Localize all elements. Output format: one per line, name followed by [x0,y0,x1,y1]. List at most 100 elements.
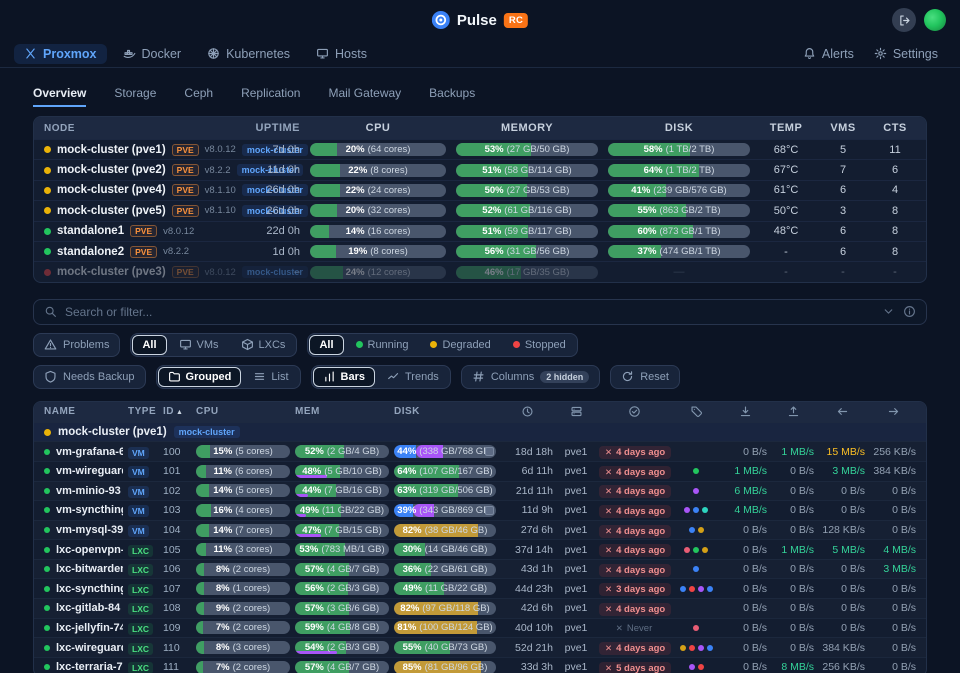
col-cpu-header[interactable]: CPU [310,122,446,134]
disk-breakdown-icon[interactable] [485,506,494,515]
filter-row-1: ProblemsAllVMsLXCsAllRunningDegradedStop… [33,333,927,357]
usage-bar: 9%(2 cores) [196,602,290,615]
nav-tab-kubernetes[interactable]: Kubernetes [197,44,300,64]
section-tab-overview[interactable]: Overview [33,86,86,107]
col-cts-header[interactable]: CTS [874,122,916,134]
section-tab-mail-gateway[interactable]: Mail Gateway [328,86,401,105]
status-filter-option-running[interactable]: Running [346,335,419,355]
node-row[interactable]: mock-cluster (pve1) PVE v8.0.12 mock-clu… [34,139,926,159]
col-server-header[interactable] [558,405,594,418]
nav-tab-proxmox[interactable]: Proxmox [14,44,107,64]
section-tab-backups[interactable]: Backups [429,86,475,105]
kubernetes-icon [207,47,220,60]
guest-type-filter-option-lxcs[interactable]: LXCs [231,335,296,355]
usage-bar-label: 48%(5 GB/10 GB) [295,465,389,478]
col-shield-check-header[interactable] [599,405,669,418]
usage-bar: 58%(1 TB/2 TB) [608,143,750,156]
col-node-header[interactable]: NODE [44,123,224,134]
col-name-header[interactable]: NAME [44,406,123,417]
node-temp: 50°C [760,205,812,217]
guest-row[interactable]: lxc-wireguard-69 LXC 110 8%(3 cores) 54%… [34,637,926,657]
logout-button[interactable] [892,8,916,32]
usage-bar-label: 58%(1 TB/2 TB) [608,143,750,156]
col-clock-header[interactable] [501,405,553,418]
guest-row[interactable]: vm-grafana-64 VM 100 15%(5 cores) 52%(2 … [34,441,926,461]
filter-button-columns[interactable]: Columns2 hidden [461,365,600,389]
col-vms-header[interactable]: VMS [822,122,864,134]
guest-tags [674,547,718,553]
nav-tab-hosts[interactable]: Hosts [306,44,377,64]
status-filter-option-all[interactable]: All [309,335,343,355]
display-filter-option-bars[interactable]: Bars [313,367,375,387]
filter-button-needs-backup[interactable]: Needs Backup [33,365,146,389]
node-row[interactable]: mock-cluster (pve3) PVE v8.0.12 mock-clu… [34,261,926,281]
col-arrow-left-header[interactable] [819,405,865,418]
node-row[interactable]: mock-cluster (pve5) PVE v8.1.10 mock-clu… [34,200,926,220]
usage-bar-label: 20%(32 cores) [310,204,446,217]
node-row[interactable]: mock-cluster (pve4) PVE v8.1.10 mock-clu… [34,180,926,200]
top-bar: Pulse RC [0,0,960,40]
nav-tab-docker[interactable]: Docker [113,44,192,64]
pulse-logo-icon [432,11,450,29]
layout-filter-option-list[interactable]: List [243,367,298,387]
search-bar[interactable] [33,299,927,325]
node-status-dot [44,228,51,235]
disk-breakdown-icon[interactable] [485,447,494,456]
layout-filter-option-grouped[interactable]: Grouped [158,367,242,387]
col-arrow-right-header[interactable] [870,405,916,418]
section-tab-replication[interactable]: Replication [241,86,300,105]
col-disk-header[interactable]: DISK [608,122,750,134]
col-uptime-header[interactable]: UPTIME [234,122,300,134]
col-disk-header[interactable]: DISK [394,406,496,417]
node-row[interactable]: standalone1 PVE v8.0.12 22d 0h 14%(16 co… [34,221,926,241]
col-cpu-header[interactable]: CPU [196,406,290,417]
guest-row[interactable]: lxc-openvpn-64 LXC 105 11%(3 cores) 53%(… [34,539,926,559]
col-memory-header[interactable]: MEMORY [456,122,598,134]
node-status-dot [44,187,51,194]
nav-alerts-button[interactable]: Alerts [795,44,862,64]
col-mem-header[interactable]: MEM [295,406,389,417]
guest-table-header: NAME TYPE ID▲ CPU MEM DISK [34,402,926,422]
guest-name: lxc-syncthing-48 [56,583,123,595]
guest-row[interactable]: lxc-bitwarden-41 LXC 106 8%(2 cores) 57%… [34,559,926,579]
filter-button-reset[interactable]: Reset [610,365,680,389]
guest-type-filter-option-all[interactable]: All [132,335,166,355]
node-row[interactable]: mock-cluster (pve2) PVE v8.2.2 mock-clus… [34,159,926,179]
col-download-header[interactable] [723,405,767,418]
guest-row[interactable]: lxc-terraria-7 LXC 111 7%(2 cores) 57%(4… [34,657,926,673]
cluster-group-row[interactable]: mock-cluster (pve1) mock-cluster [34,422,926,442]
node-row[interactable]: standalone2 PVE v8.2.2 1d 0h 19%(8 cores… [34,241,926,261]
tag-dot [698,586,704,592]
search-input[interactable] [65,305,874,319]
section-tab-storage[interactable]: Storage [114,86,156,105]
guest-row[interactable]: lxc-jellyfin-74 LXC 109 7%(2 cores) 59%(… [34,618,926,638]
empty-value: — [608,266,750,278]
display-filter-option-trends[interactable]: Trends [377,367,449,387]
status-filter-option-degraded[interactable]: Degraded [420,335,500,355]
guest-tags [674,664,718,670]
usage-bar: 14%(16 cores) [310,225,446,238]
guest-row[interactable]: lxc-syncthing-48 LXC 107 8%(1 cores) 56%… [34,578,926,598]
guest-type-filter-option-vms[interactable]: VMs [169,335,229,355]
col-upload-header[interactable] [772,405,814,418]
status-filter-option-stopped[interactable]: Stopped [503,335,576,355]
guest-row[interactable]: vm-syncthing-33 VM 103 16%(4 cores) 49%(… [34,500,926,520]
guest-row[interactable]: vm-mysql-39 VM 104 14%(7 cores) 47%(7 GB… [34,520,926,540]
guest-row[interactable]: lxc-gitlab-84 LXC 108 9%(2 cores) 57%(3 … [34,598,926,618]
info-icon[interactable] [903,305,916,318]
col-type-header[interactable]: TYPE [128,406,158,417]
chevron-down-icon[interactable] [882,305,895,318]
usage-bar-label: 46%(17 GB/35 GB) [456,266,598,279]
col-tag-header[interactable] [674,405,718,418]
guest-row[interactable]: vm-wireguard-29 VM 101 11%(6 cores) 48%(… [34,461,926,481]
filter-button-problems[interactable]: Problems [33,333,120,357]
col-temp-header[interactable]: TEMP [760,122,812,134]
section-tab-ceph[interactable]: Ceph [184,86,213,105]
nav-settings-button[interactable]: Settings [866,44,946,64]
col-id-header[interactable]: ID▲ [163,406,191,417]
usage-bar-label: 8%(2 cores) [196,563,290,576]
usage-bar-label: 59%(4 GB/8 GB) [295,621,389,634]
usage-bar-label: 7%(2 cores) [196,621,290,634]
node-version: v8.0.12 [205,144,236,155]
guest-row[interactable]: vm-minio-93 VM 102 14%(5 cores) 44%(7 GB… [34,481,926,501]
